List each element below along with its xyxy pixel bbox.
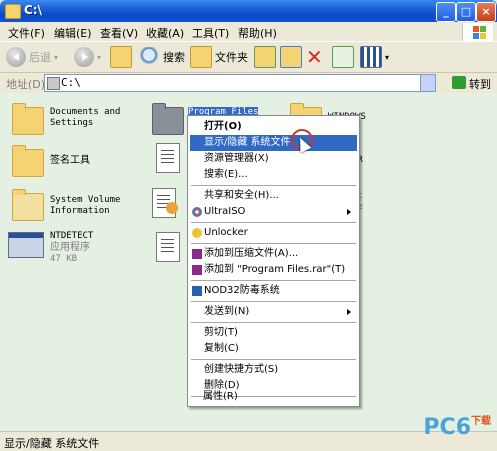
menu-file[interactable]: 文件(F) [8,25,45,41]
context-menu-ultraiso[interactable]: UltraISO [190,204,357,220]
drive-icon [47,77,60,90]
winrar-icon [192,249,202,259]
windows-logo-icon [462,23,493,41]
maximize-button[interactable]: □ [456,2,476,22]
context-menu-cut[interactable]: 剪切(T) [190,325,357,341]
context-menu-properties[interactable]: 属性(R) [189,389,356,405]
application-icon [8,232,44,258]
up-folder-icon [110,46,132,68]
folder-icon [152,103,184,135]
context-menu-copy[interactable]: 复制(C) [190,341,357,357]
up-folder-button[interactable] [110,46,132,68]
context-menu-send-to[interactable]: 发送到(N) [190,304,357,320]
context-menu-search[interactable]: 搜索(E)... [190,167,357,183]
menu-separator [191,359,356,360]
menu-edit[interactable]: 编辑(E) [54,25,92,41]
menu-help[interactable]: 帮助(H) [238,25,277,41]
toolbar: 后退 ▾ ▾ 搜索 文件夹 ✕ ▾ [0,42,497,73]
delete-button[interactable]: ✕ [306,46,323,68]
views-icon [360,46,382,68]
views-button[interactable]: ▾ [360,46,389,68]
folders-icon [190,46,212,68]
address-bar: 地址(D) C:\ 转到 [0,73,497,94]
address-dropdown-button[interactable] [420,75,435,91]
ultraiso-icon [192,207,202,217]
menu-separator [191,222,356,223]
folders-button[interactable]: 文件夹 [190,46,248,68]
menu-separator [191,322,356,323]
file-type: 应用程序 [50,242,90,253]
explorer-window: C:\ _ □ × 文件(F) 编辑(E) 查看(V) 收藏(A) 工具(T) … [0,0,497,451]
back-button[interactable]: 后退 ▾ [6,46,58,68]
gear-icon [166,202,178,214]
move-to-button[interactable] [254,46,276,68]
undo-icon [332,46,354,68]
context-menu-toggle-system-files[interactable]: 显示/隐藏 系统文件 [190,135,357,151]
chevron-down-icon: ▾ [97,52,102,62]
context-menu-nod32[interactable]: NOD32防毒系统 [190,283,357,299]
copy-to-button[interactable] [280,46,302,68]
context-menu-sharing[interactable]: 共享和安全(H)... [190,188,357,204]
search-label: 搜索 [163,51,185,64]
folder-icon [12,189,44,221]
file-size: 47 KB [50,254,78,264]
file-name: Documents and Settings [50,107,121,128]
go-arrow-icon[interactable] [452,76,466,89]
forward-button[interactable]: ▾ [74,46,101,68]
close-button[interactable]: × [476,2,496,22]
forward-arrow-icon [74,47,94,67]
go-button[interactable]: 转到 [469,76,491,92]
back-arrow-icon [6,47,26,67]
unlocker-icon [192,228,202,238]
back-label: 后退 [29,51,51,64]
submenu-arrow-icon [347,309,351,315]
document-icon [156,143,180,173]
context-menu-add-to-rar[interactable]: 添加到 "Program Files.rar"(T) [190,262,357,278]
delete-x-icon: ✕ [306,45,323,69]
folder-icon [12,145,44,177]
context-menu-add-to-archive[interactable]: 添加到压缩文件(A)... [190,246,357,262]
context-menu-explorer[interactable]: 资源管理器(X) [190,151,357,167]
submenu-arrow-icon [347,209,351,215]
address-value: C:\ [61,76,81,89]
file-name: System Volume Information [50,195,121,216]
menu-separator [191,243,356,244]
menu-view[interactable]: 查看(V) [100,25,138,41]
minimize-button[interactable]: _ [436,2,456,22]
menu-tools[interactable]: 工具(T) [192,25,229,41]
file-name: NTDETECT [50,231,94,241]
address-input[interactable]: C:\ [44,74,436,92]
context-menu: 打开(O) 显示/隐藏 系统文件 资源管理器(X) 搜索(E)... 共享和安全… [187,115,360,407]
menu-separator [191,185,356,186]
search-icon [140,47,160,67]
chevron-down-icon: ▾ [54,52,59,62]
title-bar[interactable]: C:\ _ □ × [0,0,497,22]
winrar-icon [192,265,202,275]
window-title: C:\ [24,3,42,17]
copy-to-icon [280,46,302,68]
file-name: 签名工具 [50,155,90,166]
folders-label: 文件夹 [215,51,248,64]
context-menu-create-shortcut[interactable]: 创建快捷方式(S) [190,362,357,378]
undo-button[interactable] [332,46,354,68]
address-label: 地址(D) [6,78,46,91]
document-icon [156,232,180,262]
menu-bar: 文件(F) 编辑(E) 查看(V) 收藏(A) 工具(T) 帮助(H) [0,22,497,42]
status-text: 显示/隐藏 系统文件 [4,437,100,450]
context-menu-open[interactable]: 打开(O) [190,119,357,135]
menu-separator [191,280,356,281]
menu-favorites[interactable]: 收藏(A) [146,25,184,41]
chevron-down-icon: ▾ [385,52,390,62]
nod32-icon [192,286,202,296]
move-to-icon [254,46,276,68]
watermark-logo: PC6下载 [423,415,491,440]
menu-separator [191,301,356,302]
folder-icon [12,103,44,135]
folder-icon [5,4,21,19]
context-menu-unlocker[interactable]: Unlocker [190,225,357,241]
search-button[interactable]: 搜索 [140,46,185,68]
